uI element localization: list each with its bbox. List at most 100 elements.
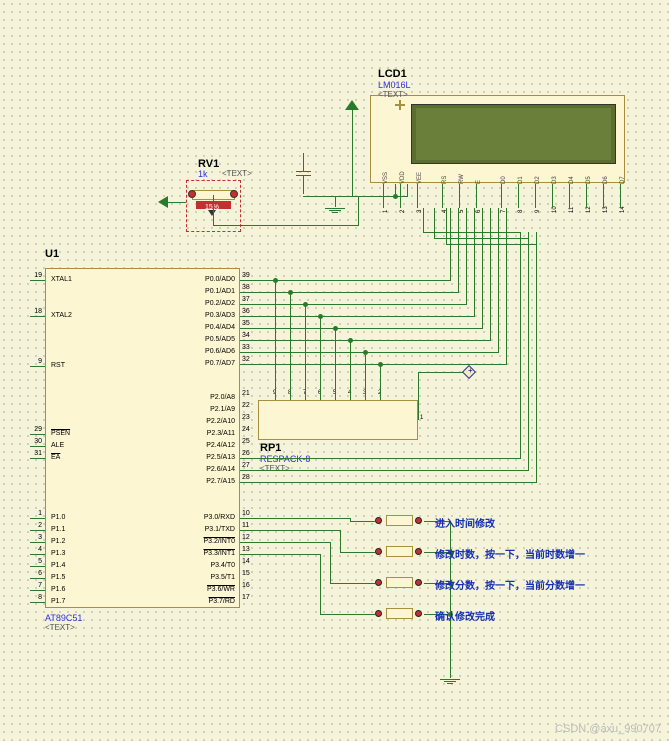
push-button[interactable] <box>375 514 424 527</box>
pin-name: P0.7/AD7 <box>185 360 235 367</box>
pin-name: P3.7/RD <box>185 598 235 605</box>
pin-number: 16 <box>242 582 250 589</box>
net-left-rv1 <box>158 196 186 208</box>
lcd-pin-label: D2 <box>535 176 541 184</box>
pin-number: 27 <box>242 462 250 469</box>
pin-name: P0.3/AD3 <box>185 312 235 319</box>
pin-name: P1.1 <box>51 526 65 533</box>
pin-number: 1 <box>27 510 42 517</box>
lcd-pin-label: D1 <box>518 176 524 184</box>
pin-number: 7 <box>27 582 42 589</box>
pin-name: P3.5/T1 <box>185 574 235 581</box>
pin-name: P2.6/A14 <box>185 466 235 473</box>
pin-number: 6 <box>27 570 42 577</box>
pin-name: P2.2/A10 <box>185 418 235 425</box>
rv1-right-terminal <box>230 190 238 198</box>
pin-number: 39 <box>242 272 250 279</box>
pin-number: 25 <box>242 438 250 445</box>
lcd-pin-num: 8 <box>518 210 524 213</box>
pin-name: P0.5/AD5 <box>185 336 235 343</box>
rp1-pin-side: 1 <box>420 415 423 421</box>
watermark: CSDN @axu_990707 <box>555 723 661 735</box>
pin-number: 24 <box>242 426 250 433</box>
lcd-screen-inner <box>416 108 611 160</box>
pin-name: P1.6 <box>51 586 65 593</box>
pin-number: 36 <box>242 308 250 315</box>
pin-number: 31 <box>27 450 42 457</box>
pin-number: 19 <box>27 272 42 279</box>
pin-name: P3.3/INT1 <box>185 550 235 557</box>
pin-name: P2.1/A9 <box>185 406 235 413</box>
pin-number: 13 <box>242 546 250 553</box>
pin-name: P3.4/T0 <box>185 562 235 569</box>
pin-name: EA <box>51 454 60 461</box>
lcd-ref: LCD1 <box>378 68 407 80</box>
lcd-pin-label: RW <box>459 174 465 184</box>
button-description: 修改时数，按一下，当前时数增一 <box>435 546 585 561</box>
button-description: 修改分数，按一下，当前分数增一 <box>435 577 585 592</box>
pin-number: 32 <box>242 356 250 363</box>
rp1-part: RESPACK-8 <box>260 454 310 464</box>
gnd-lcd <box>325 197 345 214</box>
rp1-ref: RP1 <box>260 442 281 454</box>
pin-number: 12 <box>242 534 250 541</box>
lcd-part: LM016L <box>378 80 411 90</box>
gnd-buttons <box>440 668 460 685</box>
pin-number: 22 <box>242 402 250 409</box>
pin-name: P1.3 <box>51 550 65 557</box>
pin-number: 30 <box>27 438 42 445</box>
pin-name: XTAL2 <box>51 312 72 319</box>
push-button[interactable] <box>375 576 424 589</box>
pin-number: 11 <box>242 522 249 529</box>
pin-name: P0.2/AD2 <box>185 300 235 307</box>
pin-name: P0.1/AD1 <box>185 288 235 295</box>
pin-number: 37 <box>242 296 250 303</box>
button-description: 确认修改完成 <box>435 608 495 623</box>
push-button[interactable] <box>375 607 424 620</box>
pin-number: 17 <box>242 594 250 601</box>
pin-number: 2 <box>27 522 42 529</box>
pin-name: P1.7 <box>51 598 65 605</box>
rv1-arrow-icon <box>208 210 216 216</box>
lcd-pin-label: VEE <box>417 172 423 184</box>
pin-number: 26 <box>242 450 250 457</box>
pin-name: P3.2/INT0 <box>185 538 235 545</box>
pin-name: P3.1/TXD <box>185 526 235 533</box>
pin-name: P3.0/RXD <box>185 514 235 521</box>
pin-name: P2.5/A13 <box>185 454 235 461</box>
net-probe-icon: + <box>456 367 474 377</box>
pin-name: P0.0/AD0 <box>185 276 235 283</box>
pin-number: 18 <box>27 308 42 315</box>
pin-name: XTAL1 <box>51 276 72 283</box>
push-button[interactable] <box>375 545 424 558</box>
pin-name: P2.0/A8 <box>185 394 235 401</box>
pin-number: 38 <box>242 284 250 291</box>
u1-body <box>45 268 240 608</box>
rp1-body <box>258 400 418 440</box>
pin-number: 10 <box>242 510 250 517</box>
lcd-pin-label: D7 <box>620 176 626 184</box>
pin-number: 29 <box>27 426 42 433</box>
pin-name: P1.5 <box>51 574 65 581</box>
pin-number: 23 <box>242 414 250 421</box>
pin-name: P1.2 <box>51 538 65 545</box>
lcd-pin-label: D4 <box>569 176 575 184</box>
lcd-corner-icon <box>395 100 405 110</box>
power-arrow-lcd <box>345 100 359 128</box>
pin-name: P1.0 <box>51 514 65 521</box>
pin-name: P0.4/AD4 <box>185 324 235 331</box>
lcd-pin-label: VSS <box>383 172 389 184</box>
pin-number: 4 <box>27 546 42 553</box>
pin-number: 21 <box>242 390 250 397</box>
lcd-pin-num: 1 <box>383 210 389 213</box>
pin-name: P2.4/A12 <box>185 442 235 449</box>
rv1-val: 1k <box>198 169 208 179</box>
lcd-pin-num: 5 <box>459 210 465 213</box>
lcd-pin-label: D5 <box>586 176 592 184</box>
lcd-pin-label: VDD <box>400 171 406 184</box>
lcd-tag: <TEXT> <box>378 90 408 99</box>
lcd-pin-num: 9 <box>535 210 541 213</box>
button-description: 进入时间修改 <box>435 515 495 530</box>
pin-number: 15 <box>242 570 250 577</box>
pin-name: ALE <box>51 442 64 449</box>
